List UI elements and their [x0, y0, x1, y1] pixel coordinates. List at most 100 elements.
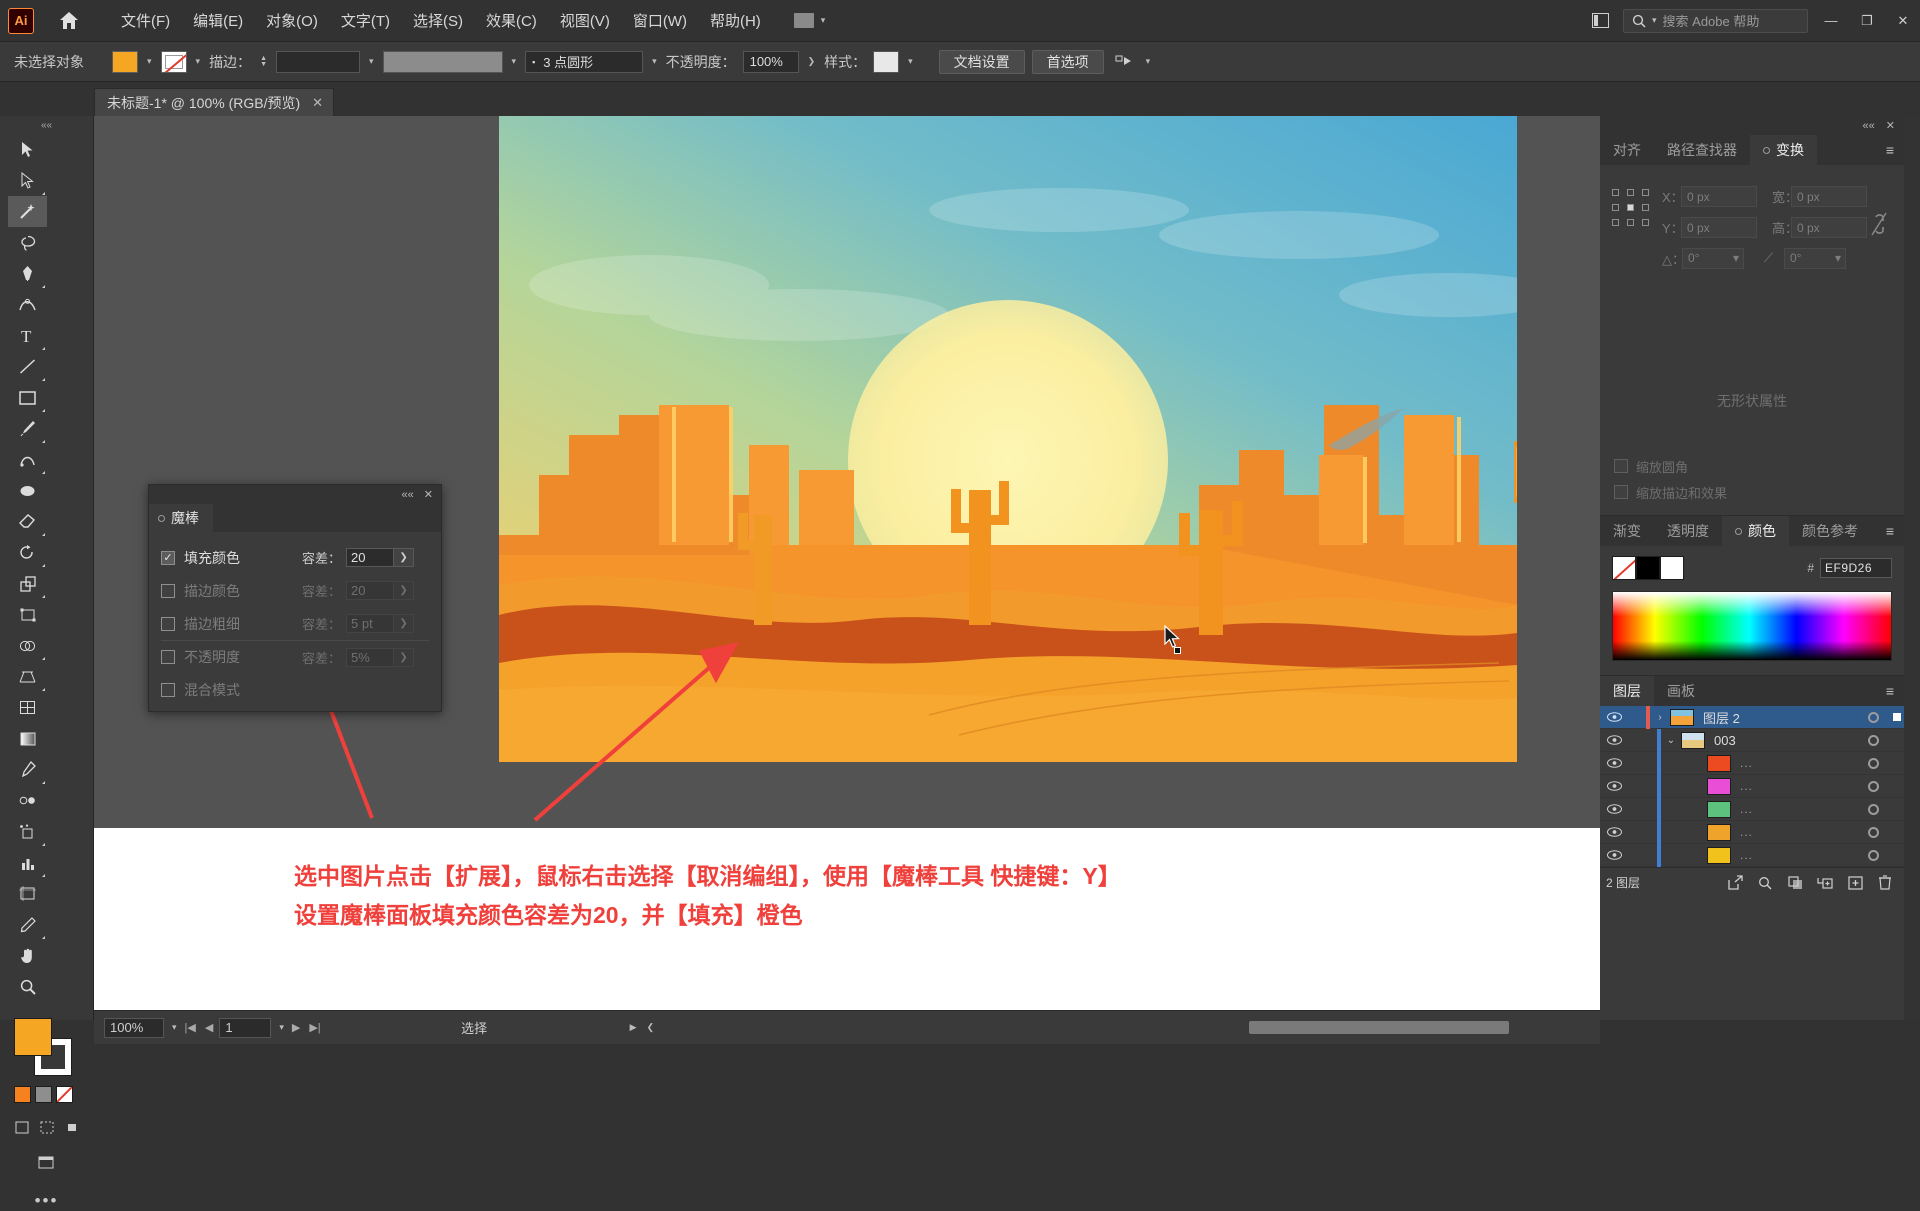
zoom-level-input[interactable]: 100% — [104, 1017, 164, 1038]
gradient-button[interactable] — [35, 1086, 52, 1103]
width-input[interactable]: 0 px — [1791, 186, 1867, 207]
preferences-button[interactable]: 首选项 — [1031, 49, 1104, 74]
create-sublayer-icon[interactable] — [1812, 871, 1838, 895]
artboard[interactable] — [499, 116, 1517, 762]
first-artboard-button[interactable]: |◀ — [185, 1021, 196, 1034]
black-swatch[interactable] — [1636, 556, 1660, 580]
blending-mode-checkbox[interactable] — [161, 682, 175, 697]
menu-object[interactable]: 对象(O) — [255, 5, 329, 36]
target-indicator[interactable] — [1856, 711, 1890, 723]
visibility-eye-icon[interactable] — [1600, 712, 1628, 722]
target-indicator[interactable] — [1856, 849, 1890, 861]
stroke-chevron-icon[interactable]: ▾ — [194, 56, 203, 67]
fill-tolerance-expand-icon[interactable]: ❯ — [394, 548, 415, 567]
layer-row-sublayer-5[interactable]: ... — [1600, 843, 1904, 867]
artwork-illustration[interactable] — [499, 116, 1517, 762]
scale-corners-row[interactable]: 缩放圆角 — [1600, 453, 1904, 479]
arrange-documents-icon[interactable] — [1587, 9, 1613, 33]
zoom-chevron-icon[interactable]: ▾ — [170, 1022, 179, 1033]
close-icon[interactable]: ✕ — [424, 488, 433, 501]
artboard-tool[interactable] — [8, 878, 47, 909]
line-segment-tool[interactable] — [8, 351, 47, 382]
layer-name[interactable]: ... — [1740, 779, 1856, 793]
edit-toolbar-icon[interactable]: ••• — [0, 1191, 93, 1211]
constrain-proportions-icon[interactable] — [1870, 211, 1888, 237]
target-indicator[interactable] — [1856, 780, 1890, 792]
visibility-eye-icon[interactable] — [1600, 804, 1628, 814]
hex-input[interactable]: EF9D26 — [1820, 558, 1892, 578]
x-input[interactable]: 0 px — [1681, 186, 1757, 207]
status-collapse-icon[interactable]: ❮ — [645, 1022, 657, 1033]
window-close-button[interactable]: ✕ — [1890, 9, 1916, 33]
layer-row-sublayer-3[interactable]: ... — [1600, 797, 1904, 821]
stroke-style-chevron-icon[interactable]: ▾ — [510, 56, 519, 67]
visibility-eye-icon[interactable] — [1600, 758, 1628, 768]
align-to-selection-icon[interactable] — [1111, 50, 1137, 74]
symbol-sprayer-tool[interactable] — [8, 816, 47, 847]
tab-color[interactable]: 颜色 — [1722, 516, 1789, 546]
document-setup-button[interactable]: 文档设置 — [938, 49, 1025, 74]
layer-row-sublayer-4[interactable]: ... — [1600, 820, 1904, 844]
tab-magic-wand[interactable]: 魔棒 — [149, 504, 213, 532]
color-button[interactable] — [14, 1086, 31, 1103]
target-indicator[interactable] — [1856, 734, 1890, 746]
visibility-eye-icon[interactable] — [1600, 781, 1628, 791]
dock-rail[interactable] — [1904, 116, 1920, 1020]
layer-name[interactable]: ... — [1740, 802, 1856, 816]
stroke-color-swatch[interactable] — [160, 50, 187, 73]
angle-input[interactable]: 0° ▾ — [1682, 247, 1744, 269]
target-indicator[interactable] — [1856, 757, 1890, 769]
tab-transform[interactable]: 变换 — [1750, 135, 1817, 165]
stroke-stepper[interactable]: ▲ ▼ — [258, 55, 269, 68]
layer-twisty-icon[interactable]: ⌄ — [1661, 735, 1681, 746]
align-chevron-icon[interactable]: ▾ — [1144, 56, 1153, 67]
draw-inside-icon[interactable] — [61, 1117, 83, 1138]
menu-select[interactable]: 选择(S) — [402, 5, 474, 36]
fill-chevron-icon[interactable]: ▾ — [145, 56, 154, 67]
zoom-tool[interactable] — [8, 971, 47, 1002]
toolbar-fill-swatch[interactable] — [14, 1018, 52, 1056]
canvas-area[interactable] — [94, 116, 1600, 828]
y-input[interactable]: 0 px — [1681, 217, 1757, 238]
height-input[interactable]: 0 px — [1791, 217, 1867, 238]
magic-wand-panel[interactable]: «« ✕ 魔棒 ✓ 填充颜色 容差： 20 ❯ 描边颜色 容差： 20 ❯ 描边… — [148, 484, 442, 712]
create-new-layer-icon[interactable] — [1842, 871, 1868, 895]
eyedropper-tool[interactable] — [8, 754, 47, 785]
fill-tolerance-input[interactable]: 20 — [346, 548, 395, 567]
visibility-eye-icon[interactable] — [1600, 827, 1628, 837]
tab-align[interactable]: 对齐 — [1600, 135, 1654, 165]
layer-row-sublayer-2[interactable]: ... — [1600, 774, 1904, 798]
fill-color-checkbox[interactable]: ✓ — [161, 550, 175, 565]
close-icon[interactable]: ✕ — [1886, 119, 1895, 132]
none-swatch[interactable] — [1612, 556, 1636, 580]
menu-file[interactable]: 文件(F) — [110, 5, 181, 36]
slice-tool[interactable] — [8, 909, 47, 940]
white-swatch[interactable] — [1660, 556, 1684, 580]
stroke-profile-select[interactable]: ▪ 3 点圆形 — [525, 50, 644, 73]
panel-menu-icon[interactable]: ≡ — [1876, 676, 1904, 706]
direct-selection-tool[interactable] — [8, 165, 47, 196]
menu-help[interactable]: 帮助(H) — [699, 5, 772, 36]
draw-normal-icon[interactable] — [11, 1117, 33, 1138]
search-adobe-help[interactable]: ▾ 搜索 Adobe 帮助 — [1623, 8, 1808, 33]
hand-tool[interactable] — [8, 940, 47, 971]
rotate-tool[interactable] — [8, 537, 47, 568]
scale-tool[interactable] — [8, 568, 47, 599]
blob-brush-tool[interactable] — [8, 475, 47, 506]
paintbrush-tool[interactable] — [8, 413, 47, 444]
magic-wand-row-blending-mode[interactable]: 混合模式 — [161, 673, 429, 706]
tab-artboards[interactable]: 画板 — [1654, 676, 1708, 706]
magic-wand-row-stroke-weight[interactable]: 描边粗细 容差： 5 pt ❯ — [161, 607, 429, 640]
stroke-width-chevron-icon[interactable]: ▾ — [367, 56, 376, 67]
layer-row-layer-2[interactable]: › 图层 2 — [1600, 705, 1904, 729]
visibility-eye-icon[interactable] — [1600, 735, 1628, 745]
home-icon[interactable] — [56, 8, 82, 34]
layer-name[interactable]: 003 — [1714, 733, 1856, 748]
stroke-color-checkbox[interactable] — [161, 583, 175, 598]
menu-window[interactable]: 窗口(W) — [622, 5, 698, 36]
gradient-tool[interactable] — [8, 723, 47, 754]
next-artboard-button[interactable]: ▶ — [292, 1021, 300, 1034]
stroke-weight-checkbox[interactable] — [161, 616, 175, 631]
app-logo-icon[interactable]: Ai — [8, 7, 34, 34]
collapse-icon[interactable]: «« — [1863, 120, 1875, 132]
